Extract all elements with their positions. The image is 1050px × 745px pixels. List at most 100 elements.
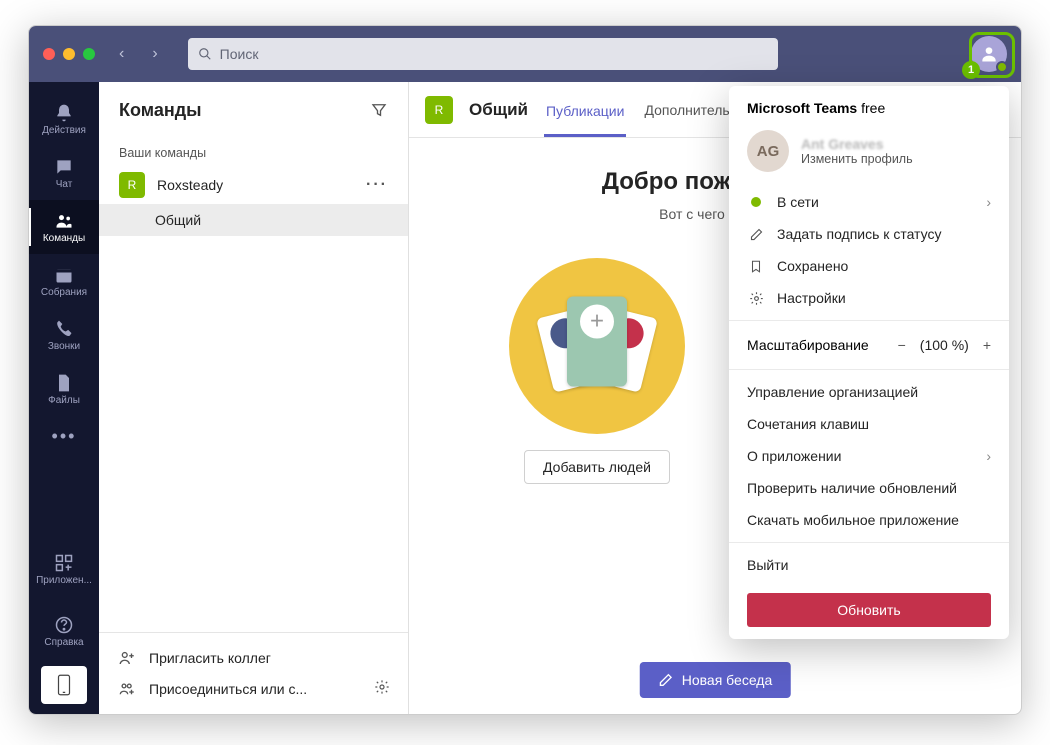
- rail-activity[interactable]: Действия: [29, 92, 99, 146]
- filter-icon[interactable]: [370, 101, 388, 119]
- nav-back-button[interactable]: ‹: [115, 45, 128, 63]
- calendar-icon: [54, 265, 74, 285]
- saved-label: Сохранено: [777, 258, 848, 274]
- teams-title: Команды: [119, 100, 202, 121]
- zoom-window-button[interactable]: [83, 48, 95, 60]
- zoom-row: Масштабирование − (100 %) +: [729, 327, 1009, 363]
- invite-colleagues[interactable]: Пригласить коллег: [113, 643, 394, 673]
- status-row[interactable]: В сети ›: [729, 186, 1009, 218]
- teams-list-header: Команды: [99, 82, 408, 138]
- phone-icon: [54, 319, 74, 339]
- title-bar: ‹ › Поиск: [29, 26, 1021, 82]
- zoom-value: (100 %): [920, 337, 969, 353]
- add-people-illustration: +: [509, 258, 685, 434]
- rail-calendar[interactable]: Собрания: [29, 254, 99, 308]
- manage-teams-button[interactable]: [374, 679, 390, 698]
- app-rail: Действия Чат Команды Собрания Звонки Фай…: [29, 82, 99, 714]
- manage-org-row[interactable]: Управление организацией: [729, 376, 1009, 408]
- set-status-label: Задать подпись к статусу: [777, 226, 941, 242]
- settings-row[interactable]: Настройки: [729, 282, 1009, 314]
- rail-teams[interactable]: Команды: [29, 200, 99, 254]
- zoom-out-button[interactable]: −: [898, 337, 906, 353]
- rail-label: Действия: [42, 125, 86, 136]
- your-teams-label: Ваши команды: [99, 138, 408, 166]
- team-more-button[interactable]: ···: [366, 176, 388, 194]
- rail-chat[interactable]: Чат: [29, 146, 99, 200]
- bell-icon: [54, 103, 74, 123]
- compose-icon: [658, 672, 674, 688]
- profile-dropdown: Microsoft Teams free AG Ant Greaves Изме…: [729, 86, 1009, 639]
- team-name: Roxsteady: [157, 177, 354, 193]
- rail-help[interactable]: Справка: [29, 604, 99, 658]
- rail-calls[interactable]: Звонки: [29, 308, 99, 362]
- rail-label: Приложен...: [36, 575, 92, 586]
- add-people-button[interactable]: Добавить людей: [524, 450, 670, 484]
- close-window-button[interactable]: [43, 48, 55, 60]
- chevron-right-icon: ›: [986, 194, 991, 210]
- team-avatar: R: [119, 172, 145, 198]
- channel-team-avatar: R: [425, 96, 453, 124]
- teams-icon: [54, 211, 74, 231]
- about-label: О приложении: [747, 448, 841, 464]
- rail-label: Файлы: [48, 395, 80, 406]
- zoom-label: Масштабирование: [747, 337, 869, 353]
- about-row[interactable]: О приложении ›: [729, 440, 1009, 472]
- presence-indicator: [996, 61, 1008, 73]
- window-controls: [43, 48, 95, 60]
- join-or-create-team[interactable]: Присоединиться или с...: [113, 673, 394, 704]
- rail-apps[interactable]: Приложен...: [29, 542, 99, 596]
- settings-label: Настройки: [777, 290, 846, 306]
- file-icon: [54, 373, 74, 393]
- app-window: ‹ › Поиск Действия Чат Кома: [28, 25, 1022, 715]
- help-icon: [54, 615, 74, 635]
- download-mobile-row[interactable]: Скачать мобильное приложение: [729, 504, 1009, 536]
- add-people-card: + Добавить людей: [509, 258, 685, 484]
- profile-name: Ant Greaves: [801, 136, 913, 152]
- chevron-right-icon: ›: [986, 448, 991, 464]
- keyboard-shortcuts-row[interactable]: Сочетания клавиш: [729, 408, 1009, 440]
- channel-title: Общий: [469, 100, 528, 120]
- mobile-icon: [56, 674, 72, 696]
- edit-icon: [747, 227, 765, 242]
- separator: [729, 369, 1009, 370]
- search-input[interactable]: Поиск: [188, 38, 778, 70]
- rail-files[interactable]: Файлы: [29, 362, 99, 416]
- teams-footer: Пригласить коллег Присоединиться или с..…: [99, 632, 408, 714]
- search-placeholder: Поиск: [220, 46, 259, 62]
- edit-profile-link[interactable]: Изменить профиль: [801, 152, 913, 166]
- more-icon: •••: [52, 426, 77, 447]
- dropdown-profile-row[interactable]: AG Ant Greaves Изменить профиль: [729, 124, 1009, 186]
- rail-label: Чат: [56, 179, 73, 190]
- rail-label: Команды: [43, 233, 85, 244]
- rail-more[interactable]: •••: [29, 416, 99, 456]
- chat-icon: [54, 157, 74, 177]
- apps-icon: [54, 553, 74, 573]
- profile-menu-button[interactable]: [971, 36, 1007, 72]
- avatar-icon: [971, 36, 1007, 72]
- presence-icon: [747, 197, 765, 207]
- check-updates-row[interactable]: Проверить наличие обновлений: [729, 472, 1009, 504]
- new-conversation-button[interactable]: Новая беседа: [640, 662, 791, 698]
- gear-icon: [747, 291, 765, 306]
- rail-mobile-app[interactable]: [41, 666, 87, 704]
- tab-posts[interactable]: Публикации: [544, 85, 626, 137]
- teams-list-pane: Команды Ваши команды R Roxsteady ··· Общ…: [99, 82, 409, 714]
- dropdown-product: Microsoft Teams free: [729, 86, 1009, 124]
- team-row[interactable]: R Roxsteady ···: [99, 166, 408, 204]
- product-edition: free: [857, 100, 885, 116]
- nav-forward-button[interactable]: ›: [148, 45, 161, 63]
- separator: [729, 542, 1009, 543]
- update-button[interactable]: Обновить: [747, 593, 991, 627]
- channel-general[interactable]: Общий: [99, 204, 408, 236]
- saved-row[interactable]: Сохранено: [729, 250, 1009, 282]
- profile-avatar: AG: [747, 130, 789, 172]
- minimize-window-button[interactable]: [63, 48, 75, 60]
- join-label: Присоединиться или с...: [149, 681, 307, 697]
- sign-out-row[interactable]: Выйти: [729, 549, 1009, 581]
- team-add-icon: [117, 680, 137, 698]
- set-status-message[interactable]: Задать подпись к статусу: [729, 218, 1009, 250]
- status-label: В сети: [777, 194, 819, 210]
- person-add-icon: [117, 649, 137, 667]
- zoom-in-button[interactable]: +: [983, 337, 991, 353]
- search-icon: [198, 47, 212, 61]
